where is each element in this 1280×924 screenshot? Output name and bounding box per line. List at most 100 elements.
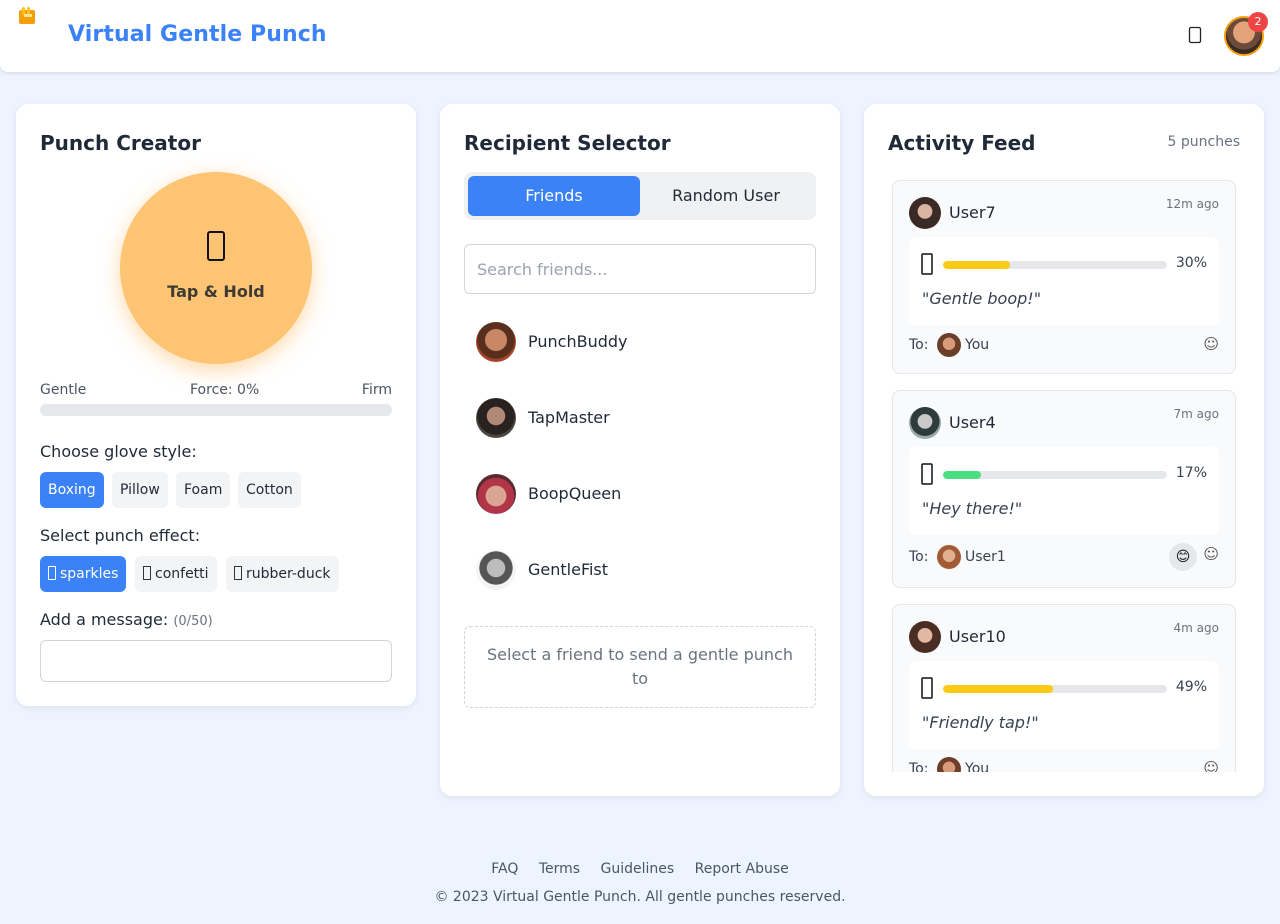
recipient-selector-panel: Recipient Selector Friends Random User P… — [440, 104, 840, 796]
friend-search-input[interactable] — [464, 244, 816, 294]
punch-creator-panel: Punch Creator Tap & Hold Gentle Force: 0… — [16, 104, 416, 706]
rubber-duck-icon — [234, 566, 242, 580]
avatar — [937, 333, 961, 357]
friend-item-boopqueen[interactable]: BoopQueen — [464, 464, 816, 524]
punch-creator-title: Punch Creator — [40, 131, 201, 155]
avatar — [476, 398, 516, 438]
friend-item-gentlefist[interactable]: GentleFist — [464, 540, 816, 600]
force-meter — [40, 404, 392, 416]
recipient-mode-toggle: Friends Random User — [464, 172, 816, 220]
feed-list[interactable]: User7 12m ago 30% "Gentle boop!" To: You… — [892, 180, 1236, 772]
friend-name: BoopQueen — [528, 484, 622, 503]
recipient-selector-title: Recipient Selector — [464, 131, 671, 155]
effect-label: confetti — [155, 566, 209, 582]
reaction-chip[interactable]: 😊 — [1169, 543, 1197, 571]
force-bar-fill — [943, 685, 1053, 693]
sender-name: User4 — [949, 413, 996, 432]
message-input[interactable] — [40, 640, 392, 682]
friend-item-tapmaster[interactable]: TapMaster — [464, 388, 816, 448]
force-value-label: Force: 0% — [190, 382, 260, 398]
to-label: To: — [909, 549, 929, 565]
glove-icon — [921, 677, 935, 701]
timestamp: 12m ago — [1165, 197, 1219, 211]
force-percent: 49% — [1175, 679, 1207, 695]
glove-option-pillow[interactable]: Pillow — [112, 472, 168, 508]
force-bar — [943, 261, 1167, 269]
punch-count: 5 punches — [1167, 134, 1240, 150]
force-bar — [943, 685, 1167, 693]
footer-link-guidelines[interactable]: Guidelines — [601, 861, 675, 877]
feed-item: User4 7m ago 17% "Hey there!" To: User1 … — [892, 390, 1236, 588]
recipient-name: You — [965, 761, 990, 772]
add-reaction-icon[interactable]: ☺ — [1203, 545, 1219, 563]
copyright: © 2023 Virtual Gentle Punch. All gentle … — [434, 889, 846, 905]
feed-item: User10 4m ago 49% "Friendly tap!" To: Yo… — [892, 604, 1236, 772]
to-label: To: — [909, 761, 929, 772]
glove-logo-icon — [19, 7, 35, 24]
punch-message: "Hey there!" — [922, 499, 1023, 518]
punch-button[interactable]: Tap & Hold — [120, 172, 312, 364]
confetti-icon — [143, 566, 151, 580]
glove-option-foam[interactable]: Foam — [176, 472, 231, 508]
footer-link-faq[interactable]: FAQ — [491, 861, 518, 877]
avatar — [909, 621, 941, 653]
select-friend-hint: Select a friend to send a gentle punch t… — [464, 626, 816, 708]
footer-link-terms[interactable]: Terms — [539, 861, 580, 877]
message-label: Add a message: (0/50) — [40, 610, 213, 629]
avatar — [476, 322, 516, 362]
force-percent: 30% — [1175, 255, 1207, 271]
tab-random-user[interactable]: Random User — [640, 176, 812, 216]
punch-message: "Friendly tap!" — [922, 713, 1039, 732]
friend-item-punchbuddy[interactable]: PunchBuddy — [464, 312, 816, 372]
punch-button-label: Tap & Hold — [167, 282, 265, 301]
glove-icon — [921, 253, 935, 277]
bell-icon[interactable] — [1188, 26, 1202, 46]
punch-details: 30% "Gentle boop!" — [909, 237, 1219, 325]
effect-option-confetti[interactable]: confetti — [135, 556, 217, 592]
avatar — [476, 550, 516, 590]
friend-name: TapMaster — [528, 408, 610, 427]
tab-friends[interactable]: Friends — [468, 176, 640, 216]
message-label-text: Add a message: — [40, 610, 169, 629]
add-reaction-icon[interactable]: ☺ — [1203, 759, 1219, 772]
glove-icon — [921, 463, 935, 487]
punch-effect-label: Select punch effect: — [40, 526, 201, 545]
notification-badge: 2 — [1248, 12, 1268, 32]
glove-option-boxing[interactable]: Boxing — [40, 472, 104, 508]
timestamp: 4m ago — [1173, 621, 1219, 635]
feed-item: User7 12m ago 30% "Gentle boop!" To: You… — [892, 180, 1236, 374]
glove-style-label: Choose glove style: — [40, 442, 197, 461]
effect-option-sparkles[interactable]: sparkles — [40, 556, 127, 592]
friend-name: PunchBuddy — [528, 332, 628, 351]
timestamp: 7m ago — [1173, 407, 1219, 421]
footer-links: FAQ Terms Guidelines Report Abuse — [0, 861, 1280, 877]
punch-message: "Gentle boop!" — [922, 289, 1042, 308]
force-max-label: Firm — [361, 382, 392, 398]
friend-name: GentleFist — [528, 560, 609, 579]
sender-name: User10 — [949, 627, 1006, 646]
activity-feed-panel: Activity Feed 5 punches User7 12m ago 30… — [864, 104, 1264, 796]
glove-icon — [120, 230, 312, 271]
sender-name: User7 — [949, 203, 996, 222]
avatar — [937, 757, 961, 772]
effect-option-rubber-duck[interactable]: rubber-duck — [226, 556, 339, 592]
to-label: To: — [909, 337, 929, 353]
punch-details: 17% "Hey there!" — [909, 447, 1219, 535]
add-reaction-icon[interactable]: ☺ — [1203, 335, 1219, 353]
recipient-name: User1 — [965, 549, 1006, 565]
recipient-name: You — [965, 337, 990, 353]
force-bar — [943, 471, 1167, 479]
avatar — [937, 545, 961, 569]
activity-feed-title: Activity Feed — [888, 131, 1036, 155]
avatar — [909, 197, 941, 229]
effect-label: rubber-duck — [246, 566, 331, 582]
glove-option-cotton[interactable]: Cotton — [238, 472, 301, 508]
footer-link-report-abuse[interactable]: Report Abuse — [695, 861, 789, 877]
sparkles-icon — [48, 566, 56, 580]
message-char-count: (0/50) — [173, 614, 213, 629]
effect-label: sparkles — [60, 566, 119, 582]
force-min-label: Gentle — [40, 382, 87, 398]
app-header: Virtual Gentle Punch 2 — [0, 0, 1280, 72]
app-title[interactable]: Virtual Gentle Punch — [68, 22, 327, 47]
force-percent: 17% — [1175, 465, 1207, 481]
